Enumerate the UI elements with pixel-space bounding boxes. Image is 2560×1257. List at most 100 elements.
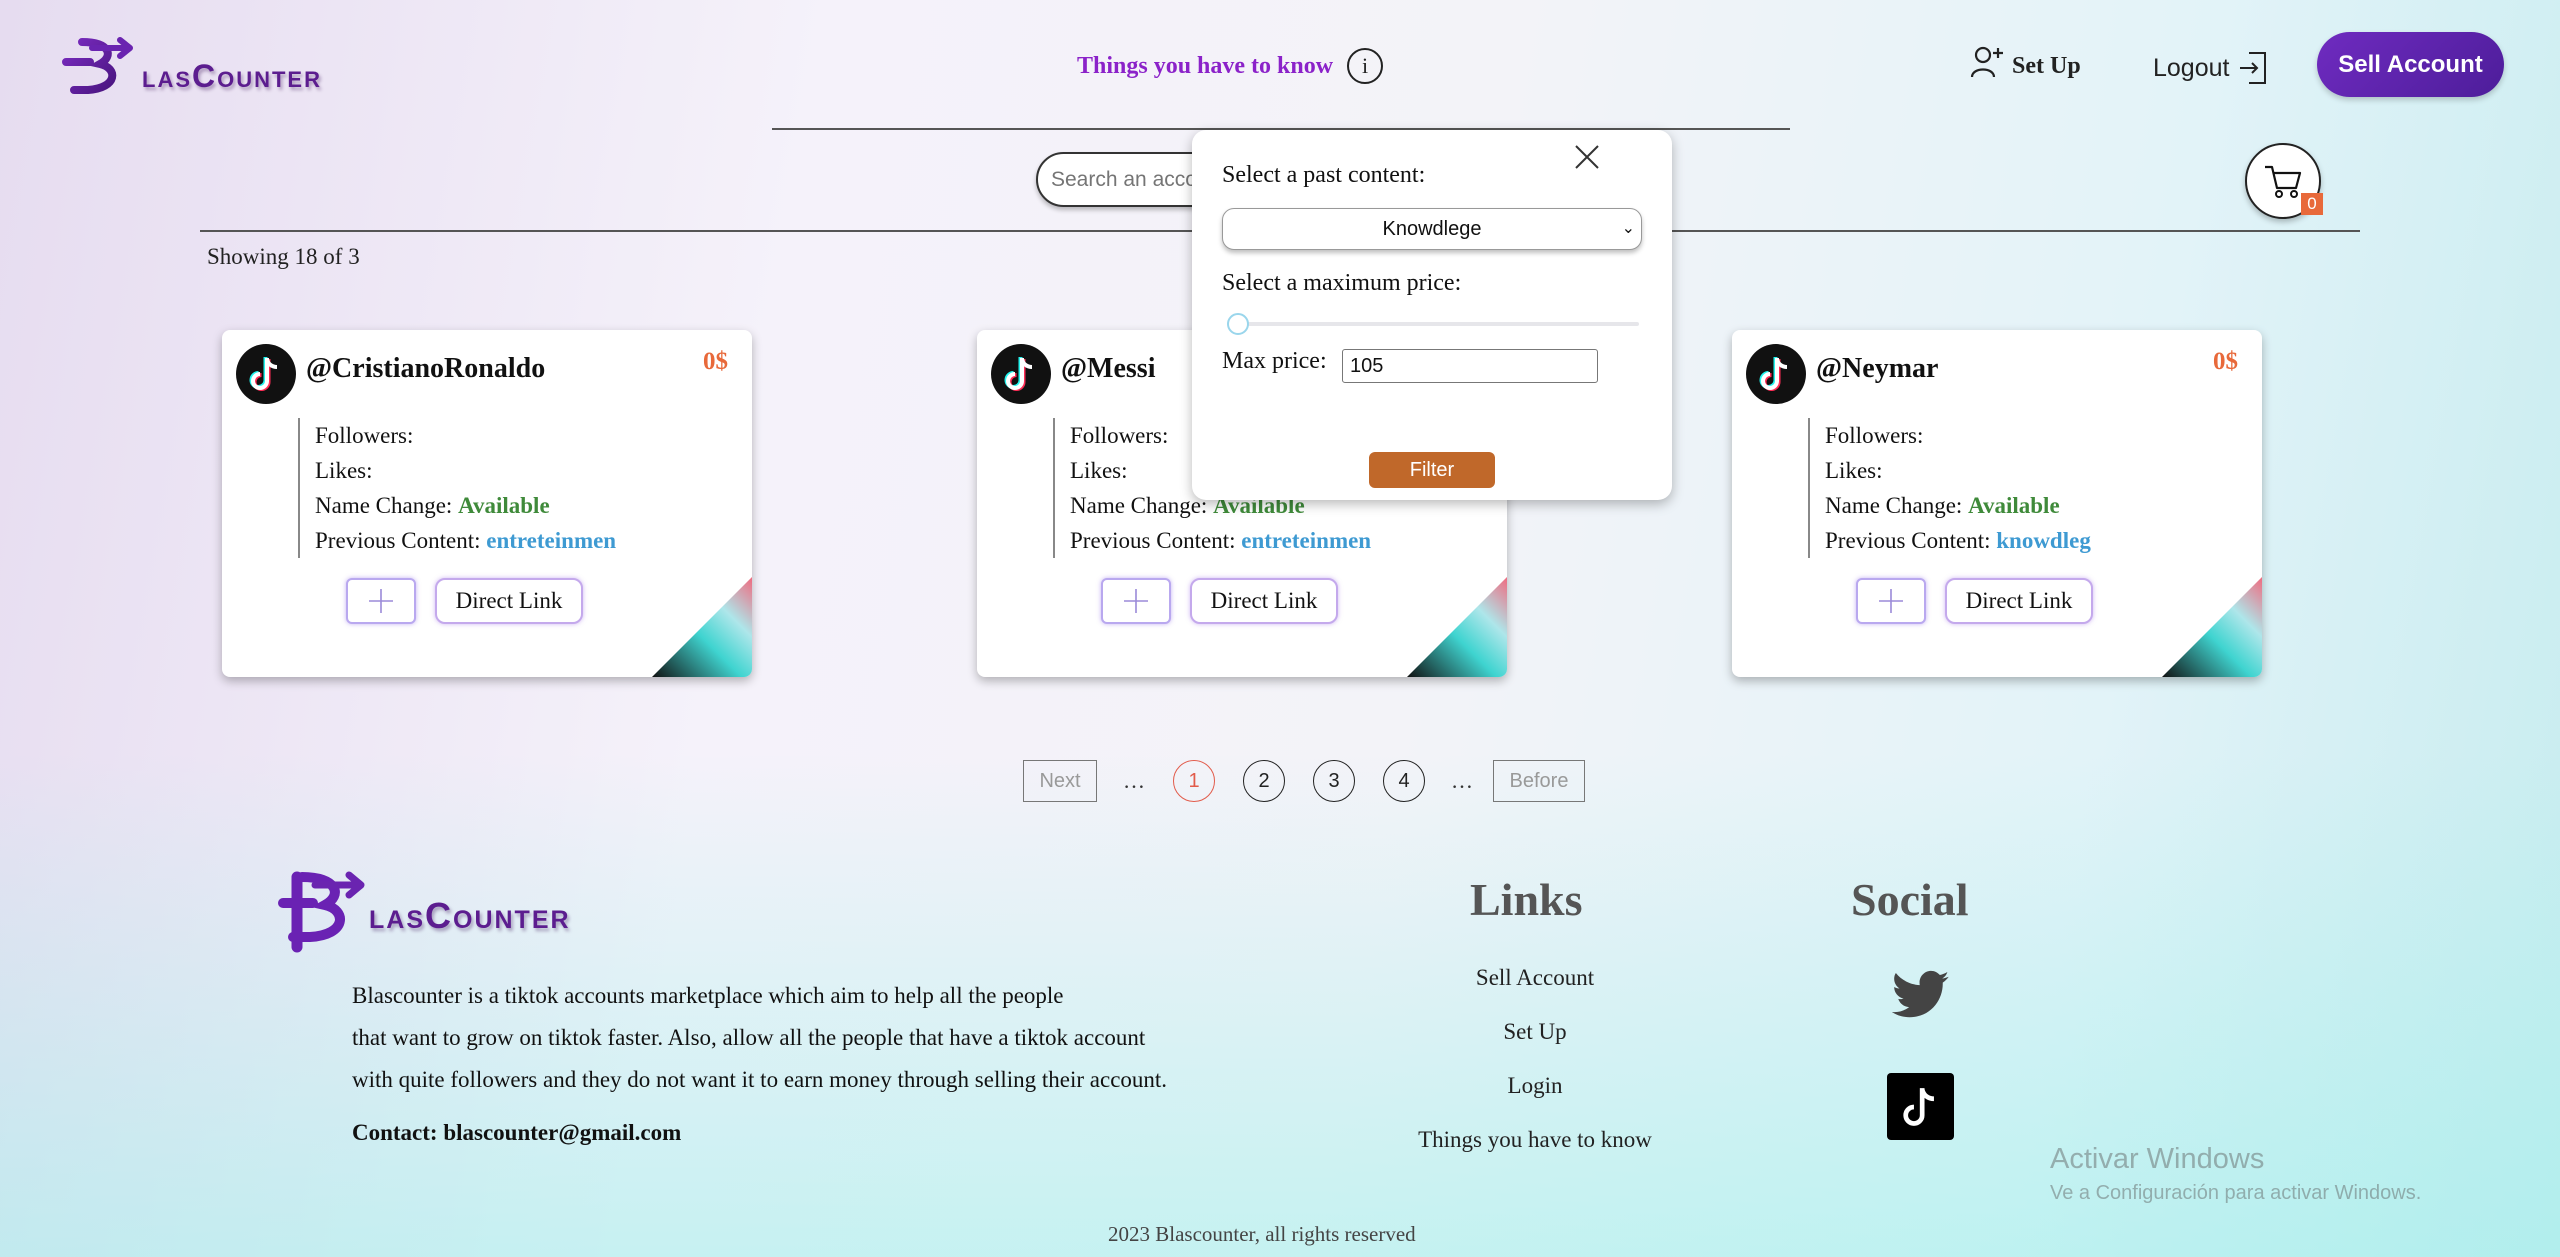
filter-button[interactable]: Filter (1369, 452, 1495, 488)
max-price-label: Select a maximum price: (1222, 270, 1462, 296)
previous-content-label: Previous Content: (1070, 528, 1236, 553)
footer-link-things[interactable]: Things you have to know (1395, 1127, 1675, 1181)
tiktok-icon (1004, 357, 1033, 391)
footer-link-sell-account[interactable]: Sell Account (1395, 965, 1675, 1019)
likes-label: Likes: (315, 458, 373, 483)
tiktok-icon (1902, 1087, 1934, 1126)
max-price-input[interactable]: 105 (1342, 349, 1598, 383)
followers-label: Followers: (315, 423, 414, 448)
direct-link-button[interactable]: Direct Link (1190, 578, 1338, 624)
card-corner-decoration (1407, 577, 1507, 677)
previous-content-label: Previous Content: (315, 528, 481, 553)
account-handle: @CristianoRonaldo (306, 353, 546, 384)
likes-label: Likes: (1825, 458, 1883, 483)
copyright: 2023 Blascounter, all rights reserved (1108, 1222, 1416, 1246)
tiktok-icon (249, 357, 278, 391)
things-you-have-to-know-link[interactable]: Things you have to know i (1077, 48, 1384, 84)
add-to-cart-button[interactable] (346, 578, 416, 624)
past-content-selected: Knowdlege (1382, 218, 1482, 240)
cart-icon (2265, 165, 2302, 198)
filter-popup: Select a past content: Knowdlege ⌄ Selec… (1192, 130, 1672, 500)
logout-label: Logout (2153, 53, 2230, 82)
links-heading: Links (1470, 874, 1583, 925)
plus-icon (1879, 589, 1903, 613)
setup-link[interactable]: Set Up (1970, 44, 2081, 80)
plus-icon (369, 589, 393, 613)
plus-icon (1124, 589, 1148, 613)
windows-activation-subtitle: Ve a Configuración para activar Windows. (2050, 1182, 2422, 1204)
add-to-cart-button[interactable] (1856, 578, 1926, 624)
previous-content-value: knowdleg (1996, 528, 2091, 553)
social-heading: Social (1851, 874, 1969, 925)
account-details: Followers: Likes: Name Change: Available… (1808, 418, 2091, 558)
footer-description: Blascounter is a tiktok accounts marketp… (352, 975, 1167, 1101)
pagination: Next … 1 2 3 4 … Before (1023, 760, 1585, 802)
tiktok-icon (1759, 357, 1788, 391)
setup-label: Set Up (2012, 53, 2081, 79)
pagination-ellipsis: … (1451, 768, 1473, 793)
footer-link-setup[interactable]: Set Up (1395, 1019, 1675, 1073)
footer-logo-text: lasCounter (369, 895, 571, 936)
logout-icon (2240, 52, 2267, 84)
card-corner-decoration (2162, 577, 2262, 677)
info-icon[interactable]: i (1347, 48, 1384, 84)
direct-link-button[interactable]: Direct Link (1945, 578, 2093, 624)
page-4-button[interactable]: 4 (1383, 760, 1425, 802)
followers-label: Followers: (1825, 423, 1924, 448)
name-change-label: Name Change: (1825, 493, 1963, 518)
footer-contact: Contact: blascounter@gmail.com (352, 1120, 682, 1145)
add-to-cart-button[interactable] (1101, 578, 1171, 624)
page-1-button[interactable]: 1 (1173, 760, 1215, 802)
account-details: Followers: Likes: Name Change: Available… (298, 418, 616, 558)
account-price: 0$ (2213, 348, 2238, 375)
sell-account-button[interactable]: Sell Account (2317, 32, 2504, 97)
footer-link-login[interactable]: Login (1395, 1073, 1675, 1127)
avatar (236, 344, 296, 404)
previous-content-row: Previous Content: entreteinmen (315, 523, 616, 558)
account-card: @CristianoRonaldo 0$ Followers: Likes: N… (222, 330, 752, 677)
previous-content-label: Previous Content: (1825, 528, 1991, 553)
card-corner-decoration (652, 577, 752, 677)
price-slider-thumb[interactable] (1227, 313, 1249, 335)
previous-content-row: Previous Content: entreteinmen (1070, 523, 1371, 558)
account-handle: @Neymar (1816, 353, 1939, 384)
chevron-down-icon: ⌄ (1621, 220, 1635, 237)
account-price: 0$ (703, 348, 728, 375)
things-label: Things you have to know (1077, 52, 1334, 79)
previous-content-row: Previous Content: knowdleg (1825, 523, 2091, 558)
page-2-button[interactable]: 2 (1243, 760, 1285, 802)
previous-content-value: entreteinmen (1241, 528, 1372, 553)
before-page-button[interactable]: Before (1493, 760, 1585, 802)
past-content-select[interactable]: Knowdlege ⌄ (1222, 208, 1642, 250)
twitter-icon[interactable] (1892, 970, 1950, 1020)
description-line: Blascounter is a tiktok accounts marketp… (352, 983, 1064, 1008)
page-3-button[interactable]: 3 (1313, 760, 1355, 802)
close-icon[interactable] (1572, 142, 1602, 172)
results-count: Showing 18 of 3 (207, 244, 360, 269)
footer-logo[interactable]: lasCounter (275, 865, 605, 955)
name-change-row: Name Change: Available (1825, 488, 2091, 523)
add-user-icon (1970, 46, 2003, 78)
previous-content-value: entreteinmen (486, 528, 617, 553)
logo-text: lasCounter (142, 58, 322, 94)
direct-link-button[interactable]: Direct Link (435, 578, 583, 624)
description-line: that want to grow on tiktok faster. Also… (352, 1025, 1146, 1050)
brand-logo[interactable]: lasCounter (60, 32, 360, 104)
next-page-button[interactable]: Next (1023, 760, 1097, 802)
name-change-value: Available (1968, 493, 2060, 518)
description-line: with quite followers and they do not wan… (352, 1067, 1168, 1092)
name-change-row: Name Change: Available (315, 488, 616, 523)
windows-activation-title: Activar Windows (2050, 1143, 2265, 1175)
pagination-ellipsis: … (1123, 768, 1145, 793)
tiktok-social-icon[interactable] (1887, 1073, 1954, 1140)
name-change-label: Name Change: (1070, 493, 1208, 518)
name-change-value: Available (458, 493, 550, 518)
avatar (991, 344, 1051, 404)
avatar (1746, 344, 1806, 404)
logout-link[interactable]: Logout (2153, 50, 2269, 86)
max-price-text-label: Max price: (1222, 348, 1327, 374)
name-change-label: Name Change: (315, 493, 453, 518)
price-slider-track[interactable] (1227, 322, 1639, 326)
past-content-label: Select a past content: (1222, 162, 1426, 188)
cart-count-badge: 0 (2301, 193, 2323, 215)
